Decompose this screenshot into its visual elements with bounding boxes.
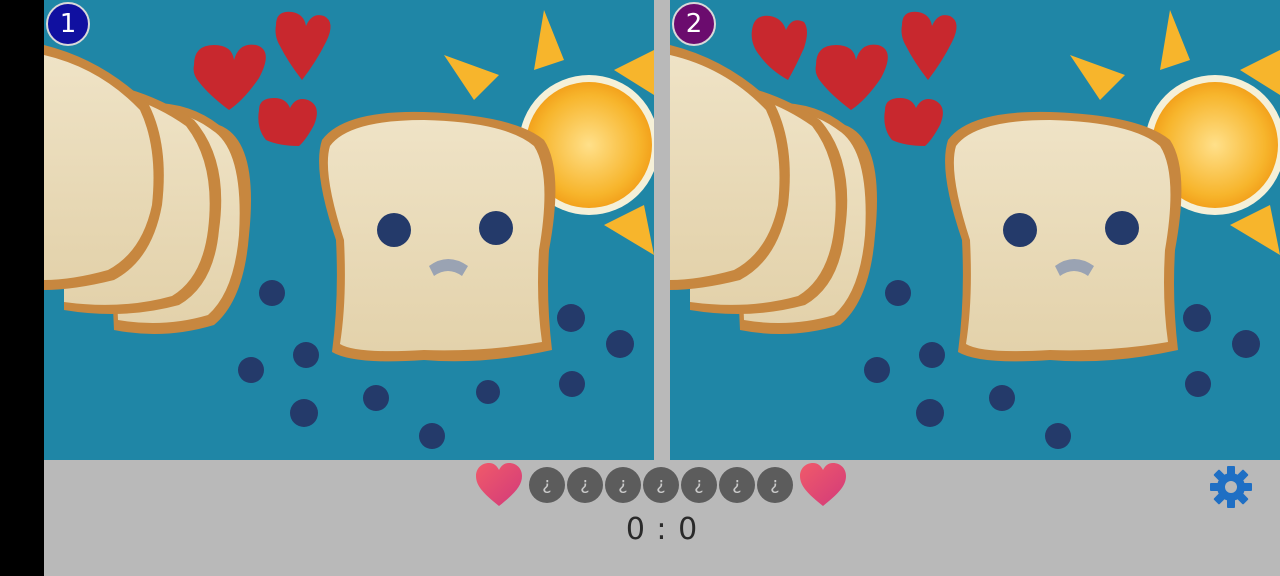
bottom-bar: ??????? 0 : 0 <box>44 460 1280 576</box>
difference-tracker: ??????? <box>474 462 848 508</box>
heart-icon <box>800 463 846 506</box>
difference-slot: ? <box>605 467 641 503</box>
heart-icon <box>476 463 522 506</box>
score-display: 0 : 0 <box>625 512 699 547</box>
question-mark-icon: ? <box>656 474 666 496</box>
question-mark-icon: ? <box>732 474 742 496</box>
question-mark-icon: ? <box>694 474 704 496</box>
picture-panel-2[interactable]: 2 <box>670 0 1280 460</box>
settings-button[interactable] <box>1208 464 1254 510</box>
difference-slots: ??????? <box>528 467 794 503</box>
difference-slot: ? <box>529 467 565 503</box>
picture-panel-1[interactable]: 1 <box>44 0 654 460</box>
question-mark-icon: ? <box>580 474 590 496</box>
difference-slot: ? <box>757 467 793 503</box>
difference-slot: ? <box>567 467 603 503</box>
picture-number-badge-2: 2 <box>672 2 716 46</box>
question-mark-icon: ? <box>770 474 780 496</box>
difference-slot: ? <box>643 467 679 503</box>
question-mark-icon: ? <box>618 474 628 496</box>
difference-slot: ? <box>681 467 717 503</box>
panel-divider <box>654 0 670 460</box>
left-black-bar <box>0 0 44 576</box>
picture-1[interactable] <box>44 0 654 460</box>
picture-2[interactable] <box>670 0 1280 460</box>
difference-slot: ? <box>719 467 755 503</box>
question-mark-icon: ? <box>542 474 552 496</box>
gear-icon <box>1210 466 1252 508</box>
picture-number-badge-1: 1 <box>46 2 90 46</box>
game-area: 1 2 ? ? ? ? ? ? ? 0: 0 <box>44 0 1280 576</box>
